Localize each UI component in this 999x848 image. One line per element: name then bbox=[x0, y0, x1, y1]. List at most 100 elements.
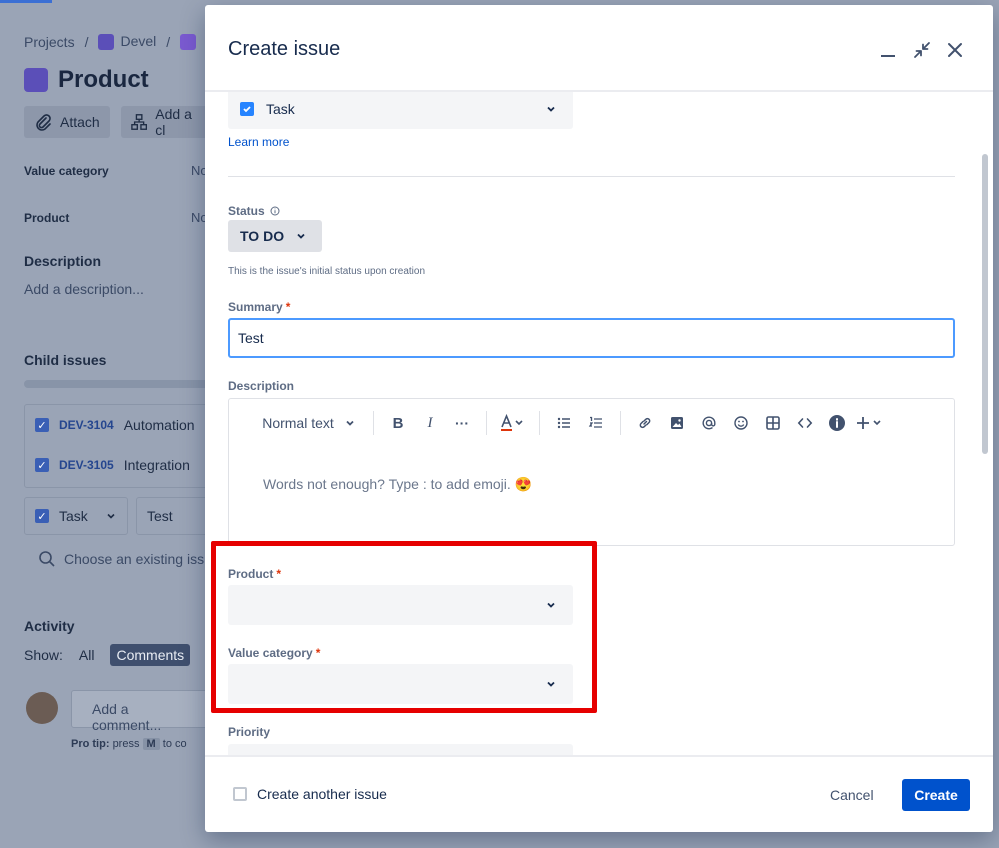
table-icon[interactable] bbox=[757, 409, 789, 437]
chevron-down-icon bbox=[547, 602, 555, 608]
emoji-icon[interactable] bbox=[725, 409, 757, 437]
toolbar-separator bbox=[486, 411, 487, 435]
issue-title-row: Product bbox=[24, 66, 149, 94]
field-label-product: Product bbox=[24, 211, 70, 225]
task-type-icon bbox=[240, 102, 254, 116]
filter-all[interactable]: All bbox=[73, 644, 101, 666]
dialog-scrollbar[interactable] bbox=[981, 92, 989, 755]
epic-icon[interactable] bbox=[180, 33, 197, 50]
project-icon bbox=[98, 34, 115, 51]
summary-label: Summary * bbox=[228, 300, 290, 314]
description-heading: Description bbox=[24, 253, 102, 269]
breadcrumb: Projects / Devel / bbox=[24, 33, 197, 51]
pro-tip-label: Pro tip: bbox=[71, 738, 110, 750]
chevron-down-icon bbox=[547, 106, 555, 112]
breadcrumb-projects[interactable]: Projects bbox=[24, 34, 75, 50]
inline-summary-value: Test bbox=[147, 508, 173, 524]
field-label-value-category: Value category bbox=[24, 164, 109, 178]
toolbar-separator bbox=[539, 411, 540, 435]
cancel-button[interactable]: Cancel bbox=[817, 779, 887, 811]
divider bbox=[228, 176, 955, 177]
summary-value: Test bbox=[238, 330, 264, 346]
more-formatting-icon[interactable]: ··· bbox=[446, 409, 478, 437]
info-panel-icon[interactable] bbox=[821, 409, 853, 437]
list-item[interactable]: ✓ DEV-3105 Integration bbox=[35, 457, 190, 473]
numbered-list-icon[interactable] bbox=[580, 409, 612, 437]
pro-tip-rest: to co bbox=[162, 738, 187, 750]
inline-type-label: Task bbox=[59, 508, 88, 524]
choose-existing-label: Choose an existing iss bbox=[64, 551, 205, 567]
description-placeholder[interactable]: Add a description... bbox=[24, 281, 144, 297]
dialog-header: Create issue bbox=[205, 5, 993, 92]
task-type-icon: ✓ bbox=[35, 509, 49, 523]
description-label: Description bbox=[228, 379, 295, 393]
value-category-label: Value category * bbox=[228, 646, 320, 660]
list-item[interactable]: ✓ DEV-3104 Automation bbox=[35, 417, 195, 433]
choose-existing-issue[interactable]: Choose an existing iss bbox=[38, 550, 228, 568]
issue-title[interactable]: Product bbox=[58, 66, 149, 94]
value-category-select[interactable] bbox=[228, 664, 573, 704]
task-checkbox-icon: ✓ bbox=[35, 458, 49, 472]
bullet-list-icon[interactable] bbox=[548, 409, 580, 437]
chevron-down-icon bbox=[297, 233, 305, 239]
bold-icon[interactable]: B bbox=[382, 409, 414, 437]
issue-key[interactable]: DEV-3104 bbox=[59, 418, 114, 432]
status-helper-text: This is the issue's initial status upon … bbox=[228, 266, 426, 277]
link-icon[interactable] bbox=[629, 409, 661, 437]
issue-summary: Integration bbox=[123, 457, 190, 473]
create-another-checkbox[interactable]: Create another issue bbox=[233, 786, 387, 802]
inline-type-select[interactable]: ✓ Task bbox=[24, 497, 128, 535]
text-style-label: Normal text bbox=[262, 415, 334, 431]
italic-icon[interactable]: I bbox=[414, 409, 446, 437]
mention-icon[interactable] bbox=[693, 409, 725, 437]
chevron-down-icon bbox=[547, 681, 555, 687]
status-label: Status bbox=[228, 204, 280, 218]
issue-type-value: Task bbox=[266, 101, 295, 117]
add-child-button[interactable]: Add a cl bbox=[121, 106, 211, 138]
chevron-down-icon bbox=[346, 420, 354, 426]
required-marker: * bbox=[315, 646, 321, 660]
text-style-dropdown[interactable]: Normal text bbox=[259, 409, 359, 437]
issue-key[interactable]: DEV-3105 bbox=[59, 458, 114, 472]
checkbox[interactable] bbox=[233, 787, 247, 801]
insert-more-icon[interactable] bbox=[853, 409, 889, 437]
status-dropdown[interactable]: TO DO bbox=[228, 220, 322, 252]
activity-filter: Show: All Comments bbox=[24, 644, 191, 666]
attach-button[interactable]: Attach bbox=[24, 106, 110, 138]
epic-type-icon bbox=[24, 68, 48, 92]
priority-select[interactable] bbox=[228, 744, 573, 755]
close-icon bbox=[948, 43, 962, 57]
product-select[interactable] bbox=[228, 585, 573, 625]
scrollbar-thumb[interactable] bbox=[982, 154, 988, 454]
breadcrumb-devel-label: Devel bbox=[120, 33, 157, 49]
child-progress-bar bbox=[24, 380, 214, 388]
info-icon[interactable] bbox=[270, 206, 280, 216]
code-icon[interactable] bbox=[789, 409, 821, 437]
filter-comments[interactable]: Comments bbox=[110, 644, 191, 666]
product-label-text: Product bbox=[228, 567, 274, 581]
avatar bbox=[26, 692, 58, 724]
learn-more-link[interactable]: Learn more bbox=[228, 135, 289, 149]
child-issues-list: ✓ DEV-3104 Automation ✓ DEV-3105 Integra… bbox=[24, 404, 214, 488]
create-issue-dialog: Create issue Task Learn more Status TO D… bbox=[205, 5, 993, 832]
image-icon[interactable] bbox=[661, 409, 693, 437]
comment-input[interactable]: Add a comment... bbox=[71, 690, 221, 733]
text-color-icon[interactable] bbox=[495, 409, 531, 437]
priority-label: Priority bbox=[228, 725, 271, 739]
collapse-icon bbox=[914, 42, 930, 58]
breadcrumb-separator: / bbox=[166, 33, 171, 50]
description-editor[interactable]: Normal text B I ··· Words not enough? Ty… bbox=[228, 398, 955, 546]
summary-input[interactable]: Test bbox=[228, 318, 955, 358]
child-issues-heading: Child issues bbox=[24, 352, 107, 368]
search-icon bbox=[39, 551, 55, 567]
status-label-text: Status bbox=[228, 204, 265, 218]
inline-summary-input[interactable]: Test bbox=[136, 497, 214, 535]
minimize-button[interactable] bbox=[877, 39, 899, 61]
breadcrumb-devel[interactable]: Devel bbox=[98, 33, 157, 51]
dialog-title: Create issue bbox=[228, 38, 341, 60]
collapse-button[interactable] bbox=[911, 39, 933, 61]
toolbar-separator bbox=[620, 411, 621, 435]
issue-type-select[interactable]: Task bbox=[228, 92, 573, 129]
close-button[interactable] bbox=[944, 39, 966, 61]
create-button[interactable]: Create bbox=[902, 779, 970, 811]
